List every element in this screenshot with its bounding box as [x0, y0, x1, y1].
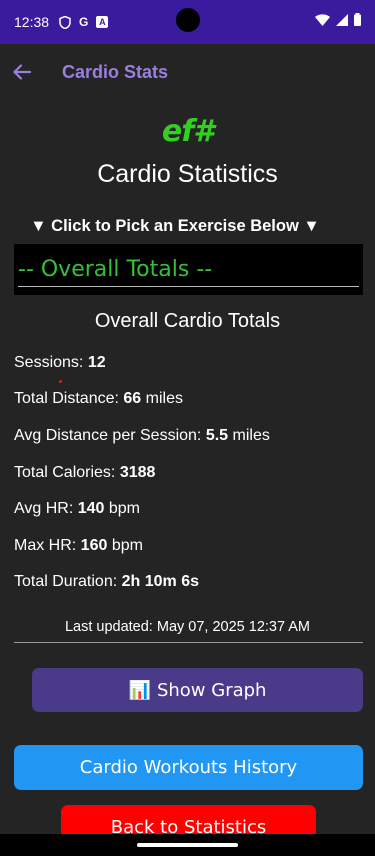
- system-nav-bar: [0, 834, 375, 856]
- wifi-icon: [315, 13, 330, 26]
- section-title: Overall Cardio Totals: [94, 310, 281, 332]
- logo-text: ef#: [161, 114, 214, 149]
- stat-unit: miles: [141, 390, 183, 407]
- signal-icon: [336, 13, 348, 26]
- stat-unit: bpm: [107, 537, 143, 554]
- status-time: 12:38: [14, 14, 50, 30]
- app-bar-title: Cardio Stats: [62, 61, 169, 82]
- stat-value: 2h 10m 6s: [121, 573, 199, 590]
- stat-label: Total Duration:: [14, 573, 122, 590]
- picker-underline: [18, 286, 359, 287]
- bar-chart-icon: 📊: [128, 679, 151, 701]
- font-a-icon: A: [96, 16, 109, 28]
- show-graph-button[interactable]: 📊 Show Graph: [32, 668, 363, 712]
- stat-value: 5.5: [205, 427, 229, 444]
- stat-total-duration: Total Duration: 2h 10m 6s: [14, 573, 199, 591]
- stat-value: 3188: [119, 464, 156, 481]
- stat-value: 66: [123, 390, 142, 407]
- camera-cutout: [176, 8, 200, 32]
- stat-label: Avg Distance per Session:: [14, 427, 206, 444]
- home-gesture-handle[interactable]: [137, 843, 238, 847]
- stat-total-calories: Total Calories: 3188: [14, 464, 155, 482]
- google-icon: G: [79, 15, 89, 29]
- stat-total-distance: Total Distance: 66 miles: [14, 390, 183, 408]
- stat-label: Sessions:: [14, 354, 88, 371]
- app-logo: ef#: [0, 114, 375, 149]
- stat-unit: bpm: [104, 500, 141, 517]
- stat-label: Total Distance:: [14, 390, 124, 407]
- red-dot: [59, 380, 62, 383]
- last-updated: Last updated: May 07, 2025 12:37 AM: [64, 619, 311, 635]
- stat-sessions: Sessions: 12: [14, 354, 106, 372]
- picker-selected-value[interactable]: -- Overall Totals --: [18, 244, 359, 282]
- stat-value: 140: [77, 500, 105, 517]
- stat-label: Total Calories:: [14, 464, 120, 481]
- show-graph-label: Show Graph: [156, 679, 267, 701]
- stat-avg-hr: Avg HR: 140 bpm: [14, 500, 140, 518]
- page-title: Cardio Statistics: [97, 160, 278, 188]
- cardio-workouts-history-button[interactable]: Cardio Workouts History: [14, 745, 363, 790]
- picker-label: ▼ Click to Pick an Exercise Below ▼: [30, 217, 320, 235]
- stat-label: Avg HR:: [14, 500, 78, 517]
- stat-unit: miles: [228, 427, 270, 444]
- divider: [14, 642, 363, 643]
- arrow-left-icon[interactable]: [10, 60, 34, 84]
- status-bar: 12:38 G A: [0, 0, 375, 44]
- history-button-label: Cardio Workouts History: [79, 757, 298, 778]
- battery-icon: [354, 13, 361, 26]
- stat-avg-distance: Avg Distance per Session: 5.5 miles: [14, 427, 270, 445]
- stat-value: 160: [80, 537, 108, 554]
- stat-max-hr: Max HR: 160 bpm: [14, 537, 143, 555]
- stat-label: Max HR:: [14, 537, 81, 554]
- app-bar: Cardio Stats: [0, 44, 375, 100]
- exercise-picker[interactable]: -- Overall Totals --: [14, 244, 363, 295]
- shield-icon: [59, 15, 71, 29]
- stat-value: 12: [87, 354, 106, 371]
